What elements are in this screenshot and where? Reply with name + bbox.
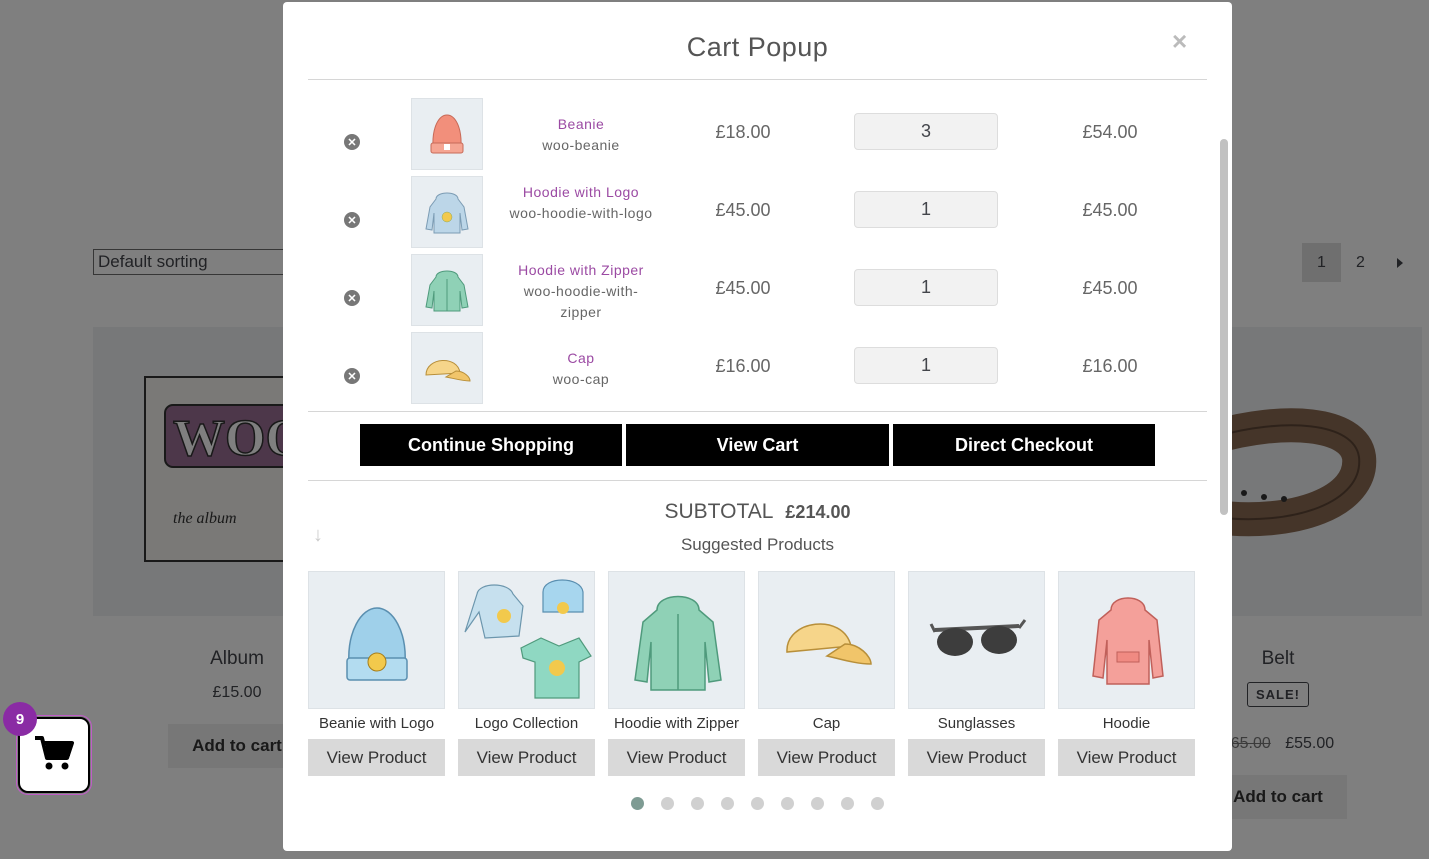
cart-icon bbox=[33, 734, 75, 777]
view-product-button[interactable]: View Product bbox=[758, 739, 895, 776]
cart-item-image[interactable] bbox=[411, 332, 483, 404]
suggested-product-name[interactable]: Hoodie bbox=[1058, 715, 1195, 732]
carousel-dot[interactable] bbox=[721, 797, 734, 810]
suggested-product: Hoodie View Product bbox=[1058, 571, 1195, 776]
suggested-products-title: Suggested Products bbox=[680, 535, 835, 554]
view-product-button[interactable]: View Product bbox=[1058, 739, 1195, 776]
suggested-product-image[interactable] bbox=[608, 571, 745, 709]
suggested-product-name[interactable]: Cap bbox=[758, 715, 895, 732]
scrollbar[interactable] bbox=[1220, 139, 1228, 515]
carousel-dot[interactable] bbox=[631, 797, 644, 810]
cart-item-total: £16.00 bbox=[1082, 356, 1138, 376]
cart-item-total: £45.00 bbox=[1082, 200, 1138, 220]
suggested-product: Sunglasses View Product bbox=[908, 571, 1045, 776]
modal-title: Cart Popup bbox=[686, 32, 829, 62]
carousel-dot[interactable] bbox=[781, 797, 794, 810]
cart-item-image[interactable] bbox=[411, 98, 483, 170]
suggested-product-image[interactable] bbox=[458, 571, 595, 709]
cart-item-row: ✕ Beanie woo-beanie £18.00 3 £54.00 bbox=[308, 98, 1207, 170]
divider bbox=[308, 79, 1207, 80]
quantity-input[interactable]: 1 bbox=[854, 269, 998, 306]
suggested-product: Beanie with Logo View Product bbox=[308, 571, 445, 776]
remove-item-icon[interactable]: ✕ bbox=[344, 212, 360, 228]
carousel-dot[interactable] bbox=[841, 797, 854, 810]
cart-item-price: £18.00 bbox=[715, 122, 771, 142]
cart-item-image[interactable] bbox=[411, 176, 483, 248]
cart-item-sku: woo-hoodie-with-zipper bbox=[523, 283, 639, 320]
cart-popup: Cart Popup × ✕ Beanie woo-beanie £18.00 … bbox=[283, 2, 1232, 851]
quantity-input[interactable]: 1 bbox=[854, 347, 998, 384]
carousel-dot[interactable] bbox=[661, 797, 674, 810]
view-cart-button[interactable]: View Cart bbox=[626, 424, 889, 466]
continue-shopping-button[interactable]: Continue Shopping bbox=[360, 424, 622, 466]
cart-item-sku: woo-cap bbox=[552, 371, 610, 387]
carousel-dot[interactable] bbox=[691, 797, 704, 810]
suggested-product-name[interactable]: Logo Collection bbox=[458, 715, 595, 732]
suggested-product-image[interactable] bbox=[758, 571, 895, 709]
remove-item-icon[interactable]: ✕ bbox=[344, 134, 360, 150]
cart-item-name[interactable]: Cap bbox=[508, 348, 654, 369]
cart-item-total: £54.00 bbox=[1082, 122, 1138, 142]
cart-item-info: Hoodie with Logo woo-hoodie-with-logo bbox=[508, 182, 654, 224]
cart-item-price: £45.00 bbox=[715, 278, 771, 298]
remove-item-icon[interactable]: ✕ bbox=[344, 290, 360, 306]
suggested-product-image[interactable] bbox=[308, 571, 445, 709]
suggested-product-name[interactable]: Hoodie with Zipper bbox=[608, 715, 745, 732]
divider bbox=[308, 480, 1207, 481]
cart-item-row: ✕ Hoodie with Logo woo-hoodie-with-logo … bbox=[308, 176, 1207, 248]
divider bbox=[308, 411, 1207, 412]
cart-item-sku: woo-beanie bbox=[542, 137, 620, 153]
cart-item-row: ✕ Cap woo-cap £16.00 1 £16.00 bbox=[308, 332, 1207, 404]
remove-item-icon[interactable]: ✕ bbox=[344, 368, 360, 384]
cart-item-name[interactable]: Hoodie with Logo bbox=[508, 182, 654, 203]
suggested-product: Logo Collection View Product bbox=[458, 571, 595, 776]
cart-item-price: £16.00 bbox=[715, 356, 771, 376]
cart-item-name[interactable]: Hoodie with Zipper bbox=[508, 260, 654, 281]
close-icon[interactable]: × bbox=[1172, 26, 1187, 57]
view-product-button[interactable]: View Product bbox=[608, 739, 745, 776]
subtotal: SUBTOTAL £214.00 bbox=[283, 500, 1232, 524]
view-product-button[interactable]: View Product bbox=[308, 739, 445, 776]
cart-item-sku: woo-hoodie-with-logo bbox=[509, 205, 653, 221]
cart-count-badge: 9 bbox=[3, 702, 37, 736]
cart-item-name[interactable]: Beanie bbox=[508, 114, 654, 135]
subtotal-label: SUBTOTAL bbox=[664, 500, 774, 523]
cart-item-info: Hoodie with Zipper woo-hoodie-with-zippe… bbox=[508, 260, 654, 323]
cart-item-image[interactable] bbox=[411, 254, 483, 326]
view-product-button[interactable]: View Product bbox=[908, 739, 1045, 776]
suggested-product: Hoodie with Zipper View Product bbox=[608, 571, 745, 776]
quantity-input[interactable]: 1 bbox=[854, 191, 998, 228]
subtotal-value: £214.00 bbox=[785, 502, 851, 522]
cart-item-row: ✕ Hoodie with Zipper woo-hoodie-with-zip… bbox=[308, 254, 1207, 326]
carousel-dot[interactable] bbox=[811, 797, 824, 810]
direct-checkout-button[interactable]: Direct Checkout bbox=[893, 424, 1155, 466]
suggested-product-image[interactable] bbox=[1058, 571, 1195, 709]
cart-item-total: £45.00 bbox=[1082, 278, 1138, 298]
cart-item-price: £45.00 bbox=[715, 200, 771, 220]
cart-item-info: Beanie woo-beanie bbox=[508, 114, 654, 156]
cart-actions: Continue Shopping View Cart Direct Check… bbox=[360, 424, 1155, 466]
carousel-dots bbox=[631, 797, 884, 810]
suggested-product-image[interactable] bbox=[908, 571, 1045, 709]
suggested-product-name[interactable]: Beanie with Logo bbox=[308, 715, 445, 732]
suggested-product-name[interactable]: Sunglasses bbox=[908, 715, 1045, 732]
quantity-input[interactable]: 3 bbox=[854, 113, 998, 150]
carousel-dot[interactable] bbox=[751, 797, 764, 810]
view-product-button[interactable]: View Product bbox=[458, 739, 595, 776]
cart-item-info: Cap woo-cap bbox=[508, 348, 654, 390]
carousel-dot[interactable] bbox=[871, 797, 884, 810]
suggested-product: Cap View Product bbox=[758, 571, 895, 776]
